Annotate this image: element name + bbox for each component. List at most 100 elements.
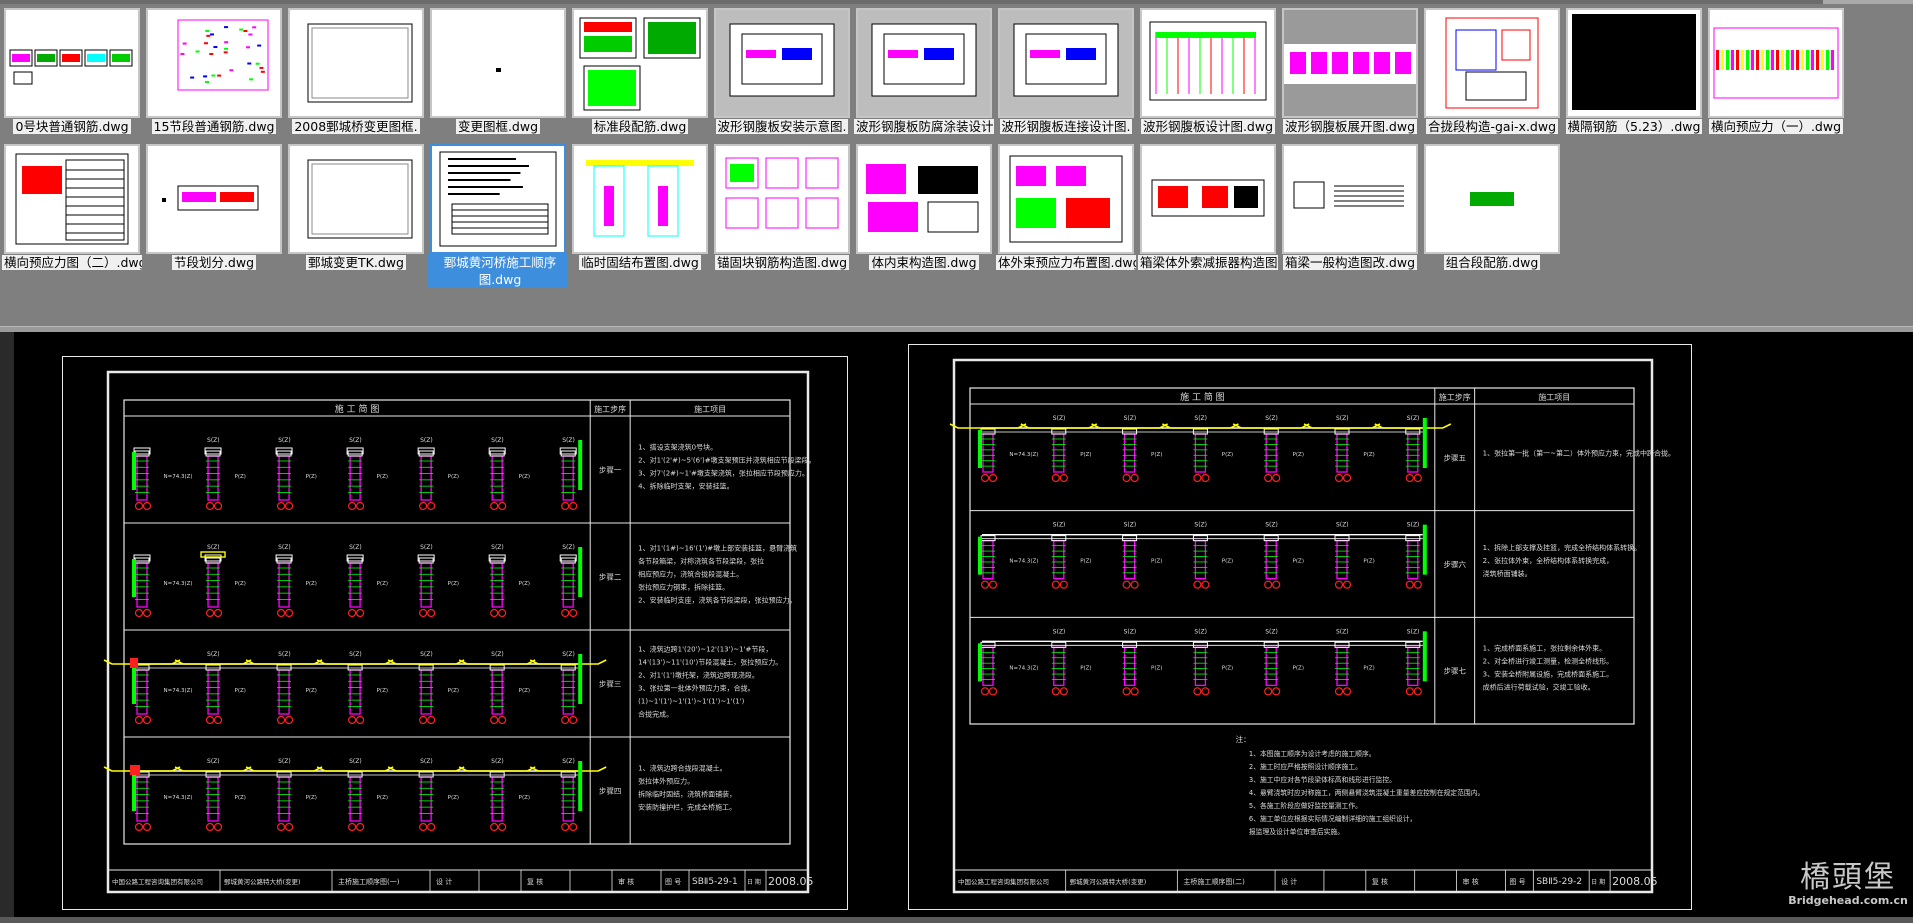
cantilever-segment xyxy=(246,767,322,771)
pile-marker xyxy=(562,610,569,617)
pile-marker xyxy=(1052,475,1059,482)
thumbnail-label[interactable]: 15节段普通钢筋.dwg xyxy=(144,118,284,135)
scrollbar-thumb[interactable] xyxy=(1823,0,1913,4)
cantilever-segment xyxy=(459,767,535,771)
pile-marker xyxy=(1052,688,1059,695)
pile-marker xyxy=(278,503,285,510)
thumbnail-image[interactable] xyxy=(1708,8,1844,118)
thumbnail-label[interactable]: 鄄城黄河桥施工顺序图.dwg xyxy=(428,254,568,288)
thumbnail-image[interactable] xyxy=(1424,8,1560,118)
pile-marker xyxy=(499,610,506,617)
thumbnail-image[interactable] xyxy=(4,8,140,118)
span-label: P(Z) xyxy=(235,688,246,694)
thumbnail-label[interactable]: 2008鄄城桥变更图框. xyxy=(286,118,426,135)
thumbnail-image[interactable] xyxy=(1282,8,1418,118)
thumbnail-label-text: 波形钢腹板展开图.dwg xyxy=(1283,119,1417,134)
thumbnail-label[interactable]: 横向预应力（一）.dwg xyxy=(1706,118,1846,135)
thumbnail-label[interactable]: 鄄城变更TK.dwg xyxy=(286,254,426,271)
thumbnail-label[interactable]: 合拢段构造-gai-x.dwg xyxy=(1422,118,1562,135)
thumbnail-label[interactable]: 波形钢腹板展开图.dwg xyxy=(1280,118,1420,135)
thumbnail-label[interactable]: 变更图框.dwg xyxy=(428,118,568,135)
thumbnail-image[interactable] xyxy=(856,144,992,254)
cantilever-segment xyxy=(104,767,180,771)
abutment xyxy=(132,559,136,597)
thumbnail-image[interactable] xyxy=(1424,144,1560,254)
pile-marker xyxy=(1131,581,1138,588)
thumbnail-label[interactable]: 体内束构造图.dwg xyxy=(854,254,994,271)
thumbnail-label[interactable]: 波形钢腹板防腐涂装设计 xyxy=(854,118,994,135)
watermark-logo: 橋頭堡 Bridgehead.com.cn xyxy=(1788,862,1908,907)
thumbnail-label[interactable]: 体外束预应力布置图.dwg xyxy=(996,254,1136,271)
thumbnail-label[interactable]: 0号块普通钢筋.dwg xyxy=(2,118,142,135)
title-project: 鄄城黄河公路特大桥(变更) xyxy=(1070,877,1147,886)
thumbnail-image[interactable] xyxy=(430,144,566,254)
thumbnail-image[interactable] xyxy=(572,144,708,254)
step-name: 步骤四 xyxy=(599,787,622,796)
thumbnail-image[interactable] xyxy=(288,144,424,254)
thumbnail-drawing xyxy=(1000,10,1132,116)
pile-marker xyxy=(1131,475,1138,482)
thumbnail-image[interactable] xyxy=(856,8,992,118)
thumbnail-image[interactable] xyxy=(1140,8,1276,118)
thumbnail-image[interactable] xyxy=(998,8,1134,118)
title-check: 复 核 xyxy=(1372,877,1388,886)
pile-marker xyxy=(420,824,427,831)
thumbnail-image[interactable] xyxy=(998,144,1134,254)
thumbnail-label[interactable]: 波形钢腹板连接设计图. xyxy=(996,118,1136,135)
step-name: 步骤五 xyxy=(1443,453,1466,462)
cantilever-segment xyxy=(104,660,180,664)
pile-marker xyxy=(144,824,151,831)
pile-marker xyxy=(215,824,222,831)
pile-marker xyxy=(420,610,427,617)
title-drawing-name: 主桥施工顺序图(二) xyxy=(1183,877,1245,886)
pile-marker xyxy=(1265,581,1272,588)
thumbnail-label[interactable]: 标准段配筋.dwg xyxy=(570,118,710,135)
span-label: P(Z) xyxy=(306,474,317,480)
span-label: P(Z) xyxy=(448,581,459,587)
pile-marker xyxy=(1194,475,1201,482)
thumbnail-label-text: 2008鄄城桥变更图框. xyxy=(292,119,419,134)
thumbnail-image[interactable] xyxy=(4,144,140,254)
pile-marker xyxy=(990,688,997,695)
thumbnail-image[interactable] xyxy=(146,8,282,118)
thumbnail-label[interactable]: 锚固块钢筋构造图.dwg xyxy=(712,254,852,271)
thumbnail-label[interactable]: 波形钢腹板安装示意图. xyxy=(712,118,852,135)
thumbnail-label-text: 体内束构造图.dwg xyxy=(869,255,978,270)
thumbnail-image[interactable] xyxy=(288,8,424,118)
notes-title: 注： xyxy=(1236,734,1251,744)
thumbnail-image[interactable] xyxy=(572,8,708,118)
pile-marker xyxy=(420,503,427,510)
pier-label: S(Z) xyxy=(349,651,362,658)
pile-marker xyxy=(1194,581,1201,588)
cantilever-segment xyxy=(317,660,393,664)
pier xyxy=(563,670,573,714)
thumbnail-image[interactable] xyxy=(1566,8,1702,118)
thumbnail-label[interactable]: 组合段配筋.dwg xyxy=(1422,254,1562,271)
thumbnail-image[interactable] xyxy=(1140,144,1276,254)
thumbnail-drawing xyxy=(6,146,138,252)
span-label: P(Z) xyxy=(1222,452,1233,458)
thumbnail-label[interactable]: 横向预应力图（二）.dwg xyxy=(2,254,142,271)
pile-marker xyxy=(570,503,577,510)
thumbnail-image[interactable] xyxy=(1282,144,1418,254)
title-date: 2008.05 xyxy=(768,875,814,888)
thumbnail-label[interactable]: 箱梁体外索减振器构造图. xyxy=(1138,254,1278,271)
thumbnail-image[interactable] xyxy=(714,8,850,118)
pile-marker xyxy=(207,824,214,831)
thumbnail-label[interactable]: 临时固结布置图.dwg xyxy=(570,254,710,271)
thumbnail-image[interactable] xyxy=(714,144,850,254)
thumbnail-label[interactable]: 横隔钢筋（5.23）.dwg xyxy=(1564,118,1704,135)
cantilever-segment xyxy=(175,660,251,664)
span-label: P(Z) xyxy=(1151,452,1162,458)
thumbnail-image[interactable] xyxy=(430,8,566,118)
thumbnail-image[interactable] xyxy=(146,144,282,254)
thumbnail-drawing xyxy=(858,146,990,252)
note-line: 4、悬臂浇筑时应对称施工，两侧悬臂浇筑混凝土重量差应控制在规定范围内。 xyxy=(1249,788,1484,797)
pile-marker xyxy=(1414,581,1421,588)
title-project: 鄄城黄河公路特大桥(变更) xyxy=(224,877,301,886)
thumbnail-label-text: 横隔钢筋（5.23）.dwg xyxy=(1566,119,1703,134)
thumbnail-label[interactable]: 波形钢腹板设计图.dwg xyxy=(1138,118,1278,135)
thumbnail-label[interactable]: 箱梁一般构造图改.dwg xyxy=(1280,254,1420,271)
thumbnail-label[interactable]: 节段划分.dwg xyxy=(144,254,284,271)
pile-marker xyxy=(144,610,151,617)
